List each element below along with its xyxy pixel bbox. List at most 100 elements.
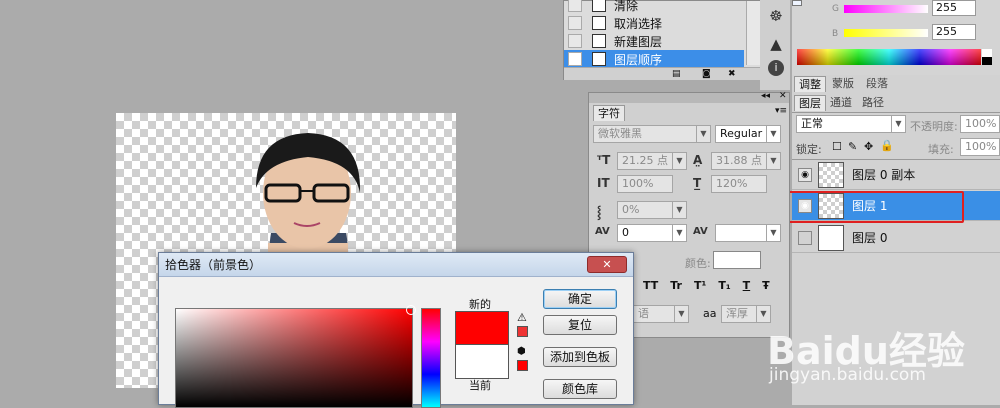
blend-mode-value: 正常 xyxy=(801,117,823,130)
underline-button[interactable]: T xyxy=(743,279,751,292)
subscript-button[interactable]: T₁ xyxy=(718,279,730,292)
chevron-down-icon: ▼ xyxy=(891,116,905,132)
chevron-down-icon: ▼ xyxy=(672,225,686,241)
color-libraries-button[interactable]: 颜色库 xyxy=(543,379,617,399)
tab-paragraph[interactable]: 段落 xyxy=(862,76,892,92)
lock-all-icon[interactable]: 🔒 xyxy=(880,139,894,152)
layer-row[interactable]: ◉ 图层 0 副本 xyxy=(792,160,1000,190)
reset-button[interactable]: 复位 xyxy=(543,315,617,335)
new-label: 新的 xyxy=(469,298,491,311)
gamut-warning-icon[interactable]: ⚠ xyxy=(517,311,527,324)
tab-paths[interactable]: 路径 xyxy=(858,95,888,111)
color-ramp[interactable] xyxy=(797,49,981,65)
ok-button[interactable]: 确定 xyxy=(543,289,617,309)
text-color-swatch[interactable] xyxy=(713,251,761,269)
navigator-icon[interactable]: ☸ xyxy=(766,6,786,26)
color-swatch[interactable] xyxy=(792,0,802,6)
web-safe-swatch[interactable] xyxy=(517,360,528,371)
history-checkbox[interactable] xyxy=(568,52,582,66)
antialias-select[interactable]: 浑厚 ▼ xyxy=(721,305,771,323)
vertical-scale-field[interactable]: 100% xyxy=(617,175,673,193)
horizontal-scale-icon: T̲ xyxy=(693,176,702,190)
layer-thumbnail xyxy=(818,224,844,251)
kerning-field[interactable]: 0 ▼ xyxy=(617,224,687,242)
current-color-swatch[interactable] xyxy=(455,345,509,379)
watermark-url: jingyan.baidu.com xyxy=(769,365,926,385)
chevron-down-icon: ▼ xyxy=(696,126,710,142)
font-size-field[interactable]: 21.25 点 ▼ xyxy=(617,152,687,170)
close-button[interactable]: ✕ xyxy=(587,256,627,273)
eye-icon-hidden[interactable] xyxy=(798,230,812,245)
antialias-icon: aa xyxy=(703,307,717,320)
horizontal-scale-field[interactable]: 120% xyxy=(711,175,767,193)
baidu-watermark: Baidu经验 jingyan.baidu.com xyxy=(765,290,1000,405)
panel-menu-icon[interactable]: ▾≡ xyxy=(775,106,787,116)
add-to-swatches-button[interactable]: 添加到色板 xyxy=(543,347,617,367)
layer-thumbnail xyxy=(818,161,844,188)
bw-swatch[interactable] xyxy=(982,49,992,65)
g-value-field[interactable]: 255 xyxy=(932,0,976,16)
layer-name: 图层 0 副本 xyxy=(852,168,916,182)
color-label: 颜色: xyxy=(685,257,711,270)
snapshot-icon[interactable]: ◙ xyxy=(702,69,711,79)
tab-character[interactable]: 字符 xyxy=(593,105,625,121)
history-checkbox[interactable] xyxy=(568,34,582,48)
small-caps-button[interactable]: Tr xyxy=(670,279,682,292)
opacity-field[interactable]: 100% xyxy=(960,115,1000,133)
g-slider[interactable] xyxy=(844,5,928,13)
gamut-swatch[interactable] xyxy=(517,326,528,337)
trash-icon[interactable]: ✖ xyxy=(728,69,736,79)
history-step-icon xyxy=(592,16,606,30)
history-checkbox[interactable] xyxy=(568,16,582,30)
new-document-icon[interactable]: ▤ xyxy=(672,69,681,79)
history-item[interactable]: 取消选择 xyxy=(564,14,744,32)
tracking-field[interactable]: 0% ▼ xyxy=(617,201,687,219)
tab-masks[interactable]: 蒙版 xyxy=(828,76,858,92)
language-select[interactable]: 语 ▼ xyxy=(633,305,689,323)
layer-row[interactable]: 图层 0 xyxy=(792,223,1000,253)
chevron-down-icon: ▼ xyxy=(672,153,686,169)
opacity-label: 不透明度: xyxy=(910,120,958,133)
history-item[interactable]: 清除 xyxy=(564,0,744,14)
layer-name: 图层 0 xyxy=(852,231,888,245)
history-item[interactable]: 新建图层 xyxy=(564,32,744,50)
panel-header-bar: ◂◂ ✕ xyxy=(589,91,789,103)
leading-field[interactable]: 31.88 点 ▼ xyxy=(711,152,781,170)
chevron-down-icon: ▼ xyxy=(766,126,780,142)
blend-mode-select[interactable]: 正常 ▼ xyxy=(796,115,906,133)
lock-move-icon[interactable]: ✥ xyxy=(864,140,873,153)
close-icon[interactable]: ✕ xyxy=(779,91,787,101)
collapse-icon[interactable]: ◂◂ xyxy=(761,91,770,101)
b-slider[interactable] xyxy=(844,29,928,37)
fill-field[interactable]: 100% xyxy=(960,138,1000,156)
tab-adjustments[interactable]: 调整 xyxy=(794,76,826,92)
history-item-label: 取消选择 xyxy=(614,16,663,31)
saturation-field[interactable] xyxy=(175,305,416,408)
all-caps-button[interactable]: TT xyxy=(643,279,658,292)
history-item-label: 图层顺序 xyxy=(614,52,663,67)
tracking-av-icon: AV xyxy=(693,226,708,237)
font-style-value: Regular xyxy=(720,127,763,140)
histogram-icon[interactable]: ▲ xyxy=(766,34,786,54)
superscript-button[interactable]: T¹ xyxy=(694,279,706,292)
color-picker-dialog: 拾色器（前景色） ✕ 新的 当前 ⚠ ⬢ 确定 复位 添加到色板 颜色库 xyxy=(158,252,634,408)
chevron-down-icon: ▼ xyxy=(766,225,780,241)
info-icon[interactable]: i xyxy=(768,60,784,76)
tab-layers[interactable]: 图层 xyxy=(794,95,826,111)
lock-paint-icon[interactable]: ✎ xyxy=(848,140,857,153)
color-cursor[interactable] xyxy=(406,305,416,315)
font-size-value: 21.25 点 xyxy=(622,154,668,167)
b-value-field[interactable]: 255 xyxy=(932,24,976,40)
color-panel: G 255 B 255 xyxy=(792,0,1000,75)
dialog-titlebar[interactable]: 拾色器（前景色） ✕ xyxy=(159,253,633,277)
web-safe-icon[interactable]: ⬢ xyxy=(517,346,526,357)
history-item-selected[interactable]: 图层顺序 xyxy=(564,50,744,68)
history-checkbox[interactable] xyxy=(568,0,582,12)
tab-channels[interactable]: 通道 xyxy=(826,95,856,111)
hue-slider[interactable] xyxy=(421,308,441,408)
font-style-select[interactable]: Regular ▼ xyxy=(715,125,781,143)
lock-pixels-icon[interactable]: ☐ xyxy=(832,140,842,153)
font-size-icon: ᵀT xyxy=(597,153,611,167)
tracking-select[interactable]: ▼ xyxy=(715,224,781,242)
eye-icon[interactable]: ◉ xyxy=(798,167,812,182)
